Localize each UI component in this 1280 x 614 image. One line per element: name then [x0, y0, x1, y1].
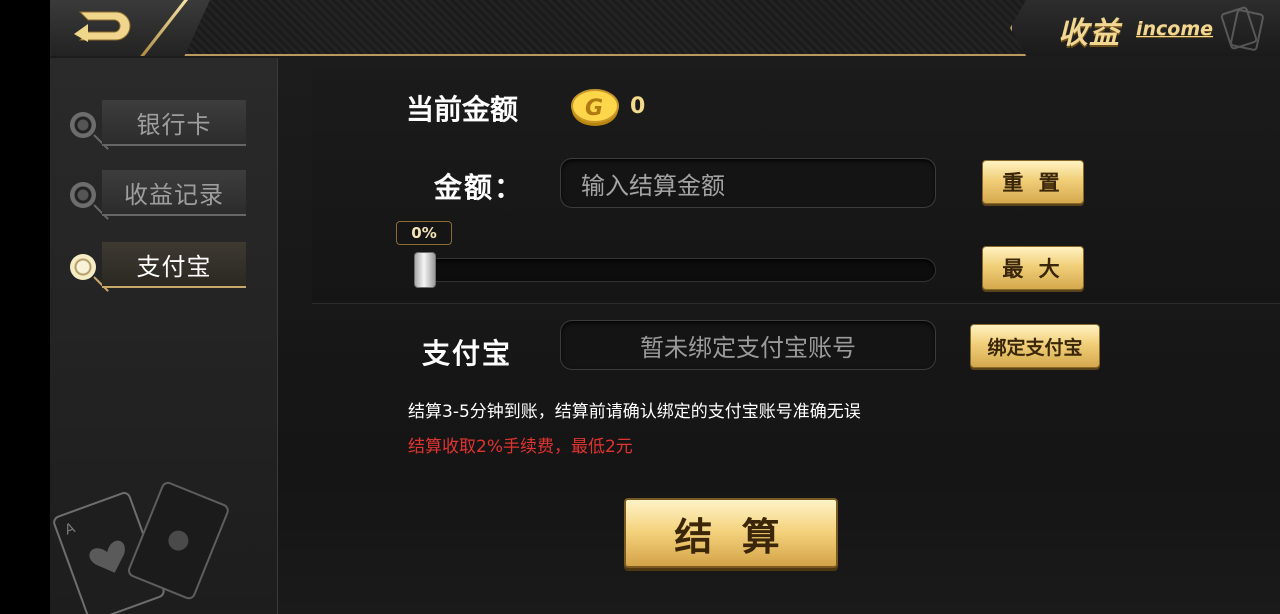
- svg-text:G: G: [585, 96, 603, 121]
- income-page: 收益 income 银行卡 收益记录 支付宝 A 当前金额 G 0 金额： 输入…: [50, 0, 1280, 614]
- amount-placeholder: 输入结算金额: [581, 171, 725, 200]
- current-balance-label: 当前金额: [406, 93, 519, 126]
- title-plate: 收益 income: [1010, 0, 1280, 56]
- back-arrow-icon: [74, 11, 131, 42]
- screen: 收益 income 银行卡 收益记录 支付宝 A 当前金额 G 0 金额： 输入…: [0, 0, 1280, 614]
- reset-button[interactable]: 重 置: [982, 160, 1084, 204]
- settle-button[interactable]: 结 算: [624, 498, 838, 568]
- amount-slider-track[interactable]: [414, 258, 936, 282]
- settlement-info-text: 结算3-5分钟到账，结算前请确认绑定的支付宝账号准确无误: [408, 402, 861, 422]
- sidebar-item-income-records[interactable]: 收益记录: [68, 170, 248, 220]
- amount-input[interactable]: 输入结算金额: [560, 158, 936, 208]
- sidebar-item-bank-card[interactable]: 银行卡: [68, 100, 248, 150]
- sidebar-item-alipay[interactable]: 支付宝: [68, 242, 248, 292]
- alipay-account-field: 暂未绑定支付宝账号: [560, 320, 936, 370]
- sidebar: 银行卡 收益记录 支付宝 A: [50, 58, 278, 614]
- max-button[interactable]: 最 大: [982, 246, 1084, 290]
- back-button[interactable]: [50, 0, 210, 56]
- top-bar: 收益 income: [50, 0, 1280, 56]
- page-title: 收益: [1058, 16, 1120, 51]
- alipay-account-text: 暂未绑定支付宝账号: [640, 333, 856, 362]
- current-balance-value: 0: [630, 94, 646, 119]
- bind-alipay-button[interactable]: 绑定支付宝: [970, 324, 1100, 368]
- sidebar-item-label: 银行卡: [102, 100, 246, 146]
- sidebar-item-label: 收益记录: [102, 170, 246, 216]
- radio-dot-icon: [70, 182, 96, 208]
- alipay-label: 支付宝: [422, 337, 513, 370]
- fee-warning-text: 结算收取2%手续费，最低2元: [408, 437, 633, 457]
- radio-dot-icon: [70, 112, 96, 138]
- sidebar-item-label: 支付宝: [102, 242, 246, 288]
- slider-percent-badge: 0%: [396, 221, 452, 245]
- playing-cards-icon: A: [53, 481, 229, 614]
- radio-dot-selected-icon: [70, 254, 96, 280]
- amount-slider-handle[interactable]: [414, 252, 436, 288]
- gold-coin-icon: G: [571, 89, 619, 126]
- playing-card-icon: [1220, 6, 1264, 51]
- amount-label: 金额：: [434, 171, 525, 204]
- page-subtitle: income: [1136, 18, 1214, 40]
